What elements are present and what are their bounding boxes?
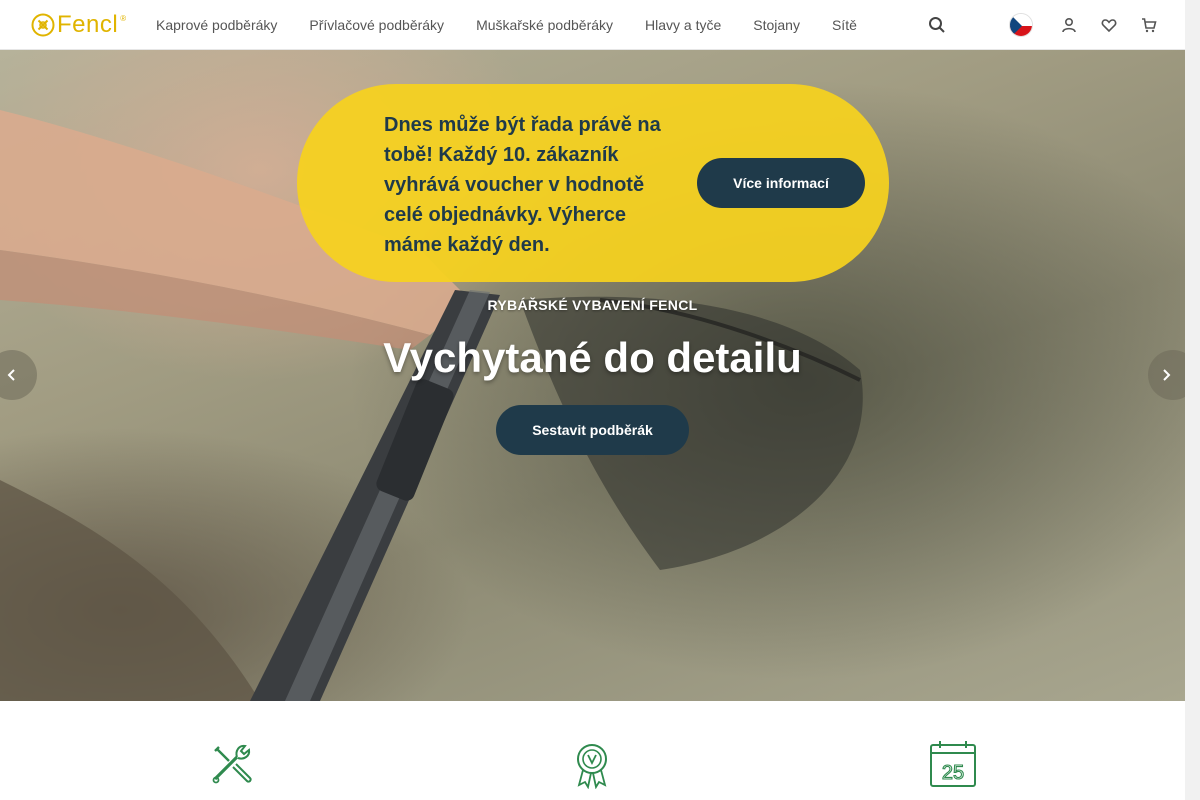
page-scrollbar[interactable] xyxy=(1185,0,1200,800)
build-net-button[interactable]: Sestavit podběrák xyxy=(496,405,689,455)
fencl-logo[interactable]: Fencl ® xyxy=(31,12,126,38)
search-icon[interactable] xyxy=(927,15,947,35)
main-nav: Kaprové podběráky Přívlačové podběráky M… xyxy=(156,0,857,50)
chevron-left-icon xyxy=(7,369,15,381)
hero-title: Vychytané do detailu xyxy=(383,334,802,381)
award-badge-icon xyxy=(567,739,617,789)
nav-item-kaprove-podberaky[interactable]: Kaprové podběráky xyxy=(156,17,277,33)
cart-icon[interactable] xyxy=(1139,15,1159,35)
fencl-logo-mark-icon xyxy=(31,13,55,37)
nav-item-privlacove-podberaky[interactable]: Přívlačové podběráky xyxy=(309,17,444,33)
nav-item-stojany[interactable]: Stojany xyxy=(753,17,800,33)
heart-icon[interactable] xyxy=(1099,15,1119,35)
chevron-right-icon xyxy=(1163,369,1171,381)
hero-eyebrow: RYBÁŘSKÉ VYBAVENÍ FENCL xyxy=(487,297,698,313)
logo-text: Fencl xyxy=(57,11,119,38)
promo-banner: Dnes může být řada právě na tobě! Každý … xyxy=(297,84,889,282)
more-info-button[interactable]: Více informací xyxy=(697,158,865,208)
logo-registered-mark: ® xyxy=(120,14,127,23)
nav-item-hlavy-a-tyce[interactable]: Hlavy a tyče xyxy=(645,17,721,33)
hero-slider: Dnes může být řada právě na tobě! Každý … xyxy=(0,50,1185,701)
features-strip: 25 xyxy=(0,701,1185,800)
tools-icon xyxy=(207,739,257,789)
user-icon[interactable] xyxy=(1059,15,1079,35)
site-header: Fencl ® Kaprové podběráky Přívlačové pod… xyxy=(0,0,1185,50)
svg-text:25: 25 xyxy=(942,762,964,784)
nav-item-muskarske-podberaky[interactable]: Muškařské podběráky xyxy=(476,17,613,33)
nav-item-site[interactable]: Sítě xyxy=(832,17,857,33)
calendar-25-icon: 25 xyxy=(928,739,978,789)
czech-flag-icon[interactable] xyxy=(1009,13,1033,37)
promo-text: Dnes může být řada právě na tobě! Každý … xyxy=(384,114,661,256)
